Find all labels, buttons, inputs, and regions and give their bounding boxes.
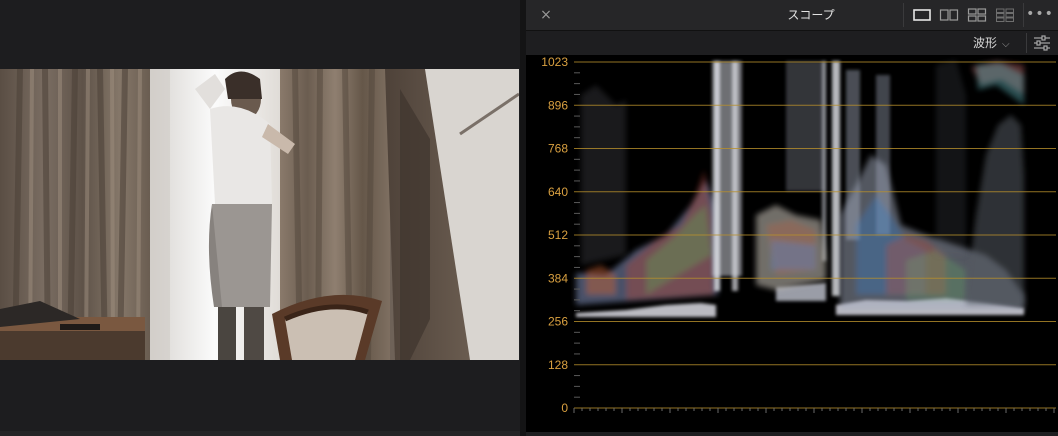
sliders-icon[interactable]: [1032, 34, 1052, 52]
axis-label: 256: [548, 315, 568, 329]
layout-single-icon[interactable]: [912, 7, 932, 23]
video-frame[interactable]: [0, 69, 519, 360]
header-divider: [1023, 3, 1024, 27]
scope-toolbar: 波形 ⌵: [526, 31, 1058, 54]
viewer-bottom-strip: [0, 431, 520, 436]
header-divider: [903, 3, 904, 27]
scope-title: スコープ: [787, 8, 835, 22]
axis-label: 512: [548, 228, 568, 242]
layout-quad-icon[interactable]: [967, 7, 987, 23]
toolbar-divider: [1026, 33, 1027, 53]
axis-label: 0: [561, 401, 568, 415]
layout-dual-icon[interactable]: [939, 7, 959, 23]
scope-mode-label: 波形: [973, 36, 998, 50]
chevron-down-icon: ⌵: [1002, 39, 1010, 50]
close-icon[interactable]: ×: [536, 5, 556, 25]
viewer-panel: [0, 0, 520, 436]
more-icon[interactable]: •••: [1026, 5, 1054, 25]
axis-label: 384: [548, 271, 568, 285]
axis-label: 128: [548, 358, 568, 372]
axis-label: 768: [548, 142, 568, 156]
waveform-graph: 1023 896 768 640 512 384 256 128 0: [541, 55, 1056, 415]
axis-label: 640: [548, 185, 568, 199]
axis-label: 896: [548, 98, 568, 112]
video-frame-image: [0, 69, 519, 360]
axis-label: 1023: [541, 55, 568, 69]
scope-header: × スコープ •••: [526, 0, 1058, 31]
waveform-scope: 1023 896 768 640 512 384 256 128 0: [526, 55, 1058, 432]
scope-panel: × スコープ ••• 波形 ⌵ 1023 896 768 640 512 384…: [526, 0, 1058, 436]
layout-multi-icon[interactable]: [995, 7, 1015, 23]
scope-mode-dropdown[interactable]: 波形 ⌵: [973, 33, 1010, 53]
